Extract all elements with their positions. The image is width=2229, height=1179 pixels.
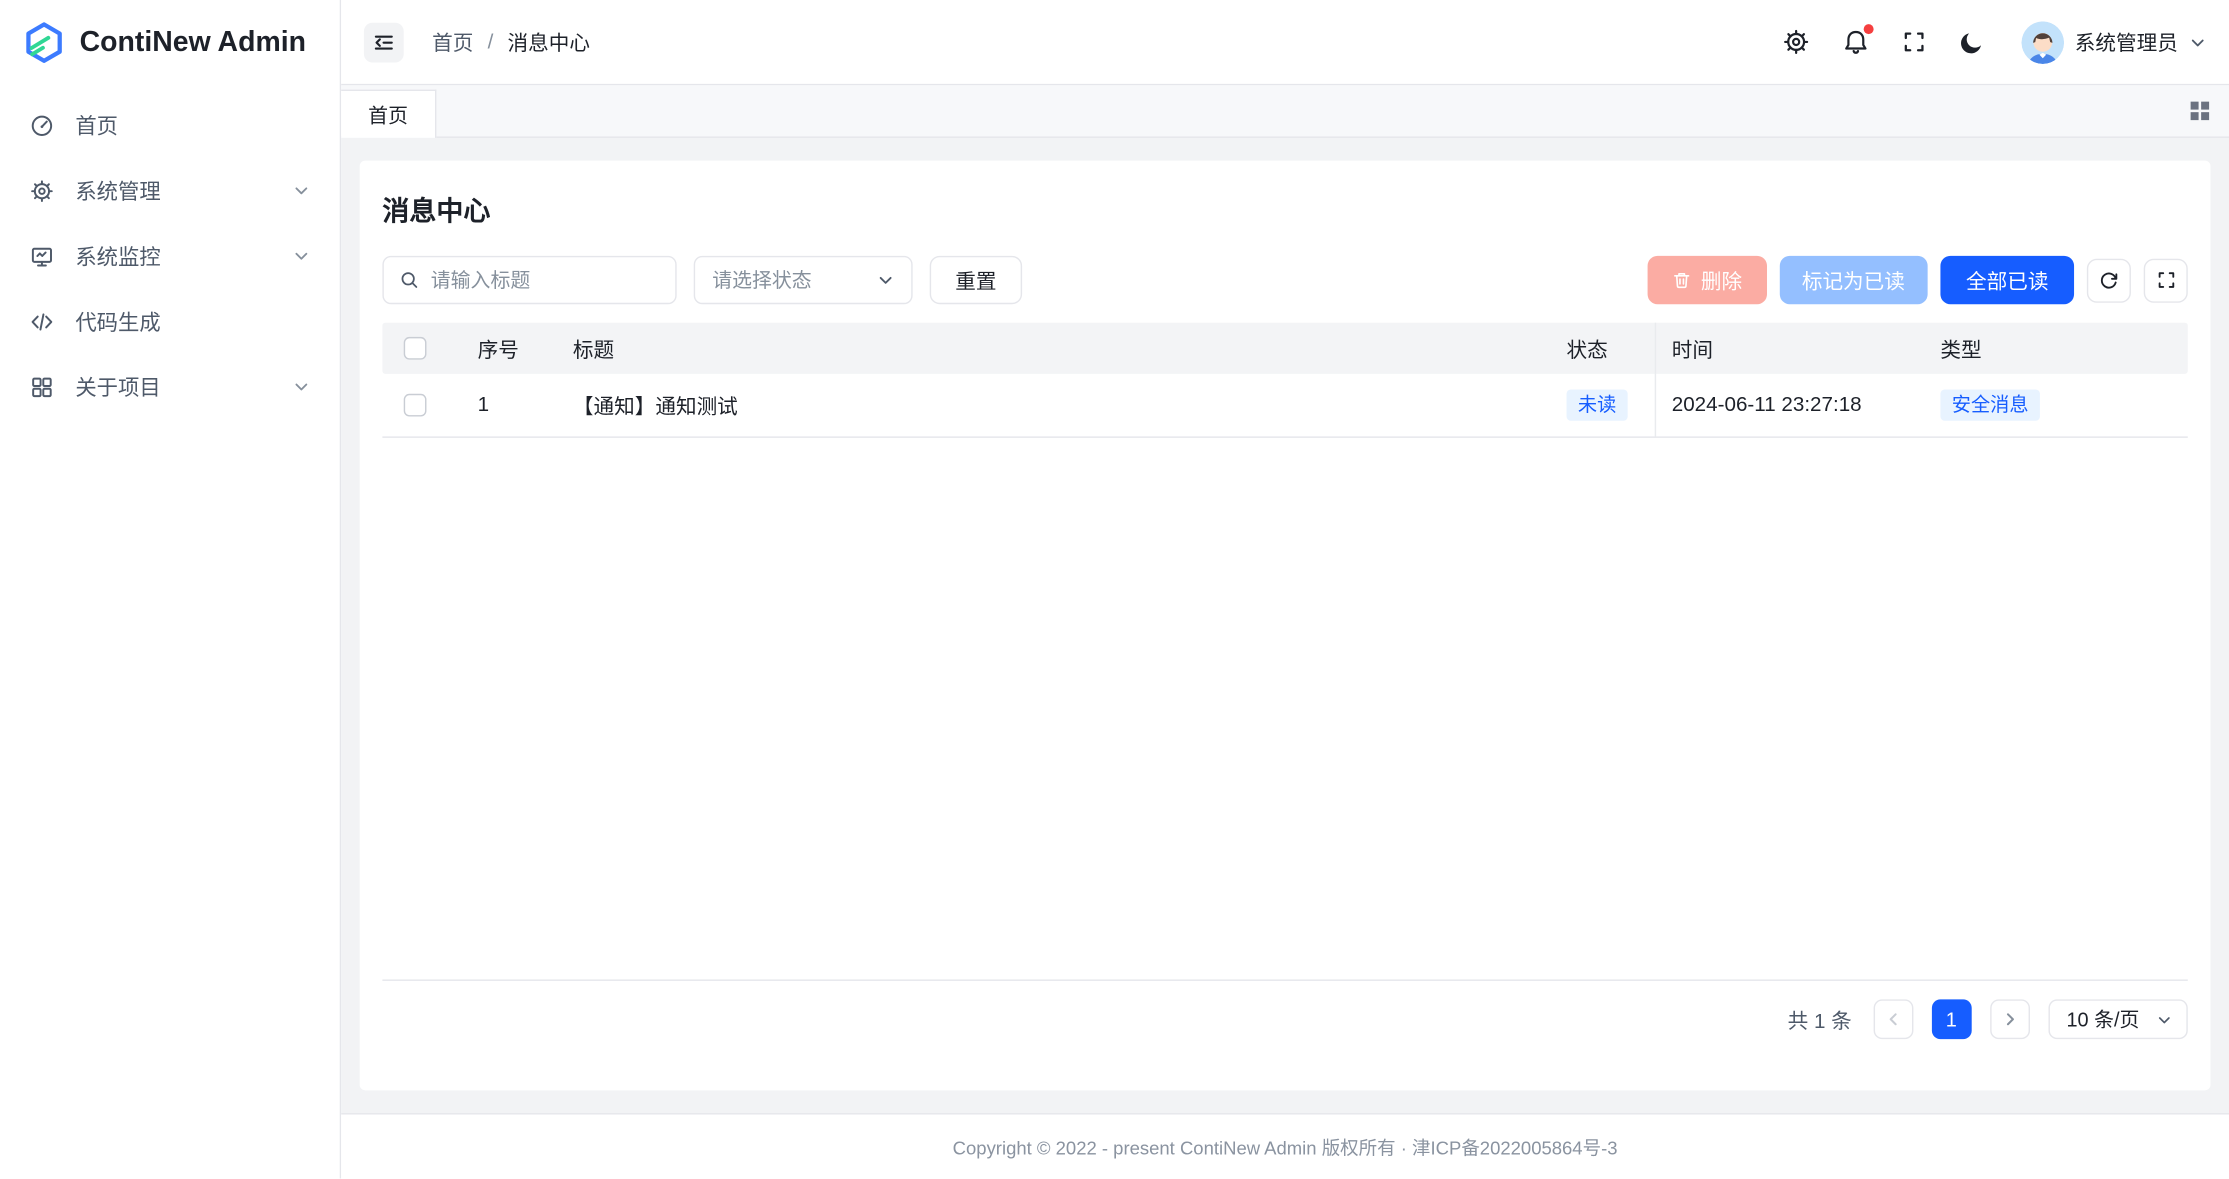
app-window: ContiNew Admin 首页 系统管理	[0, 0, 2229, 1178]
fullscreen-icon[interactable]	[1901, 30, 1925, 54]
sidebar-menu: 首页 系统管理	[0, 85, 340, 426]
all-read-button[interactable]: 全部已读	[1940, 256, 2074, 304]
sidebar-item-label: 关于项目	[75, 372, 160, 402]
tab-label: 首页	[368, 100, 408, 128]
page-title: 消息中心	[382, 161, 2187, 256]
row-cell-checkbox	[382, 394, 447, 417]
status-badge: 未读	[1567, 389, 1628, 422]
refresh-button[interactable]	[2087, 258, 2131, 302]
sidebar-item-system-management[interactable]: 系统管理	[13, 162, 327, 219]
page-content: 消息中心 请输入标题 请选择状态	[341, 138, 2229, 1113]
chevron-down-icon	[2157, 1011, 2173, 1027]
refresh-icon	[2098, 269, 2119, 290]
notification-bell-icon[interactable]	[1842, 28, 1869, 55]
header-cell-checkbox	[382, 337, 447, 360]
copyright-text: Copyright © 2022 - present ContiNew Admi…	[953, 1133, 1618, 1160]
mark-as-read-button[interactable]: 标记为已读	[1779, 256, 1928, 304]
search-icon	[399, 270, 419, 290]
settings-icon	[30, 178, 54, 202]
chevron-down-icon	[877, 272, 894, 289]
chevron-down-icon	[293, 378, 310, 395]
app-logo[interactable]: ContiNew Admin	[0, 0, 340, 85]
chevron-down-icon	[293, 182, 310, 199]
sidebar-item-label: 系统监控	[75, 241, 160, 271]
toolbar-actions: 删除 标记为已读 全部已读	[1647, 256, 2188, 304]
type-badge: 安全消息	[1940, 389, 2040, 422]
pagination-prev-button[interactable]	[1873, 999, 1913, 1039]
logo-hexagon-icon	[21, 20, 66, 65]
row-cell-time: 2024-06-11 23:27:18	[1655, 374, 1925, 437]
row-cell-title: 【通知】通知测试	[553, 390, 1555, 420]
header-cell-type: 类型	[1925, 333, 2188, 363]
sidebar-item-label: 首页	[75, 110, 118, 140]
header-cell-title: 标题	[553, 333, 1555, 363]
user-name: 系统管理员	[2075, 27, 2178, 57]
header-cell-time: 时间	[1655, 323, 1925, 374]
menu-fold-icon	[371, 29, 397, 55]
code-icon	[30, 309, 54, 333]
pagination: 共 1 条 1 10 条/页	[382, 999, 2187, 1039]
row-cell-status: 未读	[1555, 389, 1655, 422]
search-placeholder: 请输入标题	[431, 266, 531, 294]
table-header-row: 序号 标题 状态 时间 类型	[382, 323, 2187, 374]
apps-icon	[30, 375, 54, 399]
table-fullscreen-button[interactable]	[2144, 258, 2188, 302]
breadcrumb-home[interactable]: 首页	[432, 27, 473, 57]
header-actions: 系统管理员	[1782, 21, 2206, 64]
settings-icon[interactable]	[1782, 28, 1809, 55]
table-row[interactable]: 1 【通知】通知测试 未读 2024-06-11 23:27:18 安全消息	[382, 374, 2187, 438]
monitor-icon	[30, 244, 54, 268]
row-cell-index: 1	[448, 394, 553, 417]
chevron-down-icon	[2189, 33, 2206, 50]
chevron-left-icon	[1884, 1011, 1901, 1028]
tab-home[interactable]: 首页	[341, 90, 436, 138]
top-header: 首页 / 消息中心	[341, 0, 2229, 85]
header-cell-status: 状态	[1555, 333, 1655, 363]
row-checkbox[interactable]	[404, 394, 427, 417]
toolbar: 请输入标题 请选择状态 重置	[382, 256, 2187, 304]
sidebar-item-system-monitor[interactable]: 系统监控	[13, 227, 327, 284]
message-center-card: 消息中心 请输入标题 请选择状态	[360, 161, 2211, 1091]
search-input[interactable]: 请输入标题	[382, 256, 676, 304]
notification-badge-dot	[1863, 24, 1873, 34]
pagination-page-1[interactable]: 1	[1931, 999, 1971, 1039]
pagination-next-button[interactable]	[1990, 999, 2030, 1039]
dashboard-icon	[30, 113, 54, 137]
sidebar-item-home[interactable]: 首页	[13, 97, 327, 154]
sidebar-item-label: 代码生成	[75, 306, 160, 336]
page-footer: Copyright © 2022 - present ContiNew Admi…	[341, 1113, 2229, 1178]
user-menu[interactable]: 系统管理员	[2021, 21, 2207, 64]
message-table: 序号 标题 状态 时间 类型 1 【通知】通知测试 未读	[382, 323, 2187, 981]
delete-button-label: 删除	[1701, 265, 1742, 295]
sidebar-collapse-button[interactable]	[364, 22, 404, 62]
chevron-down-icon	[293, 247, 310, 264]
breadcrumb-current: 消息中心	[508, 27, 590, 57]
fullscreen-icon	[2156, 270, 2176, 290]
avatar	[2021, 21, 2064, 64]
page-size-value: 10 条/页	[2066, 1005, 2139, 1033]
select-all-checkbox[interactable]	[404, 337, 427, 360]
breadcrumb: 首页 / 消息中心	[432, 27, 590, 57]
tab-actions-grid-icon[interactable]	[2189, 100, 2210, 121]
reset-button[interactable]: 重置	[930, 256, 1022, 304]
logo-text: ContiNew Admin	[80, 26, 306, 59]
status-select-placeholder: 请选择状态	[712, 266, 812, 294]
sidebar: ContiNew Admin 首页 系统管理	[0, 0, 341, 1178]
page-size-select[interactable]: 10 条/页	[2048, 999, 2188, 1039]
trash-icon	[1671, 270, 1691, 290]
tab-bar: 首页	[341, 85, 2229, 138]
status-select[interactable]: 请选择状态	[694, 256, 913, 304]
main-area: 首页 / 消息中心	[341, 0, 2229, 1178]
sidebar-item-code-generation[interactable]: 代码生成	[13, 293, 327, 350]
sidebar-item-label: 系统管理	[75, 176, 160, 206]
delete-button[interactable]: 删除	[1647, 256, 1766, 304]
breadcrumb-separator: /	[488, 31, 494, 54]
sidebar-item-about-project[interactable]: 关于项目	[13, 358, 327, 415]
dark-mode-moon-icon[interactable]	[1958, 29, 1984, 55]
row-cell-type: 安全消息	[1925, 389, 2188, 422]
pagination-total: 共 1 条	[1788, 1004, 1852, 1034]
header-cell-index: 序号	[448, 333, 553, 363]
chevron-right-icon	[2001, 1011, 2018, 1028]
